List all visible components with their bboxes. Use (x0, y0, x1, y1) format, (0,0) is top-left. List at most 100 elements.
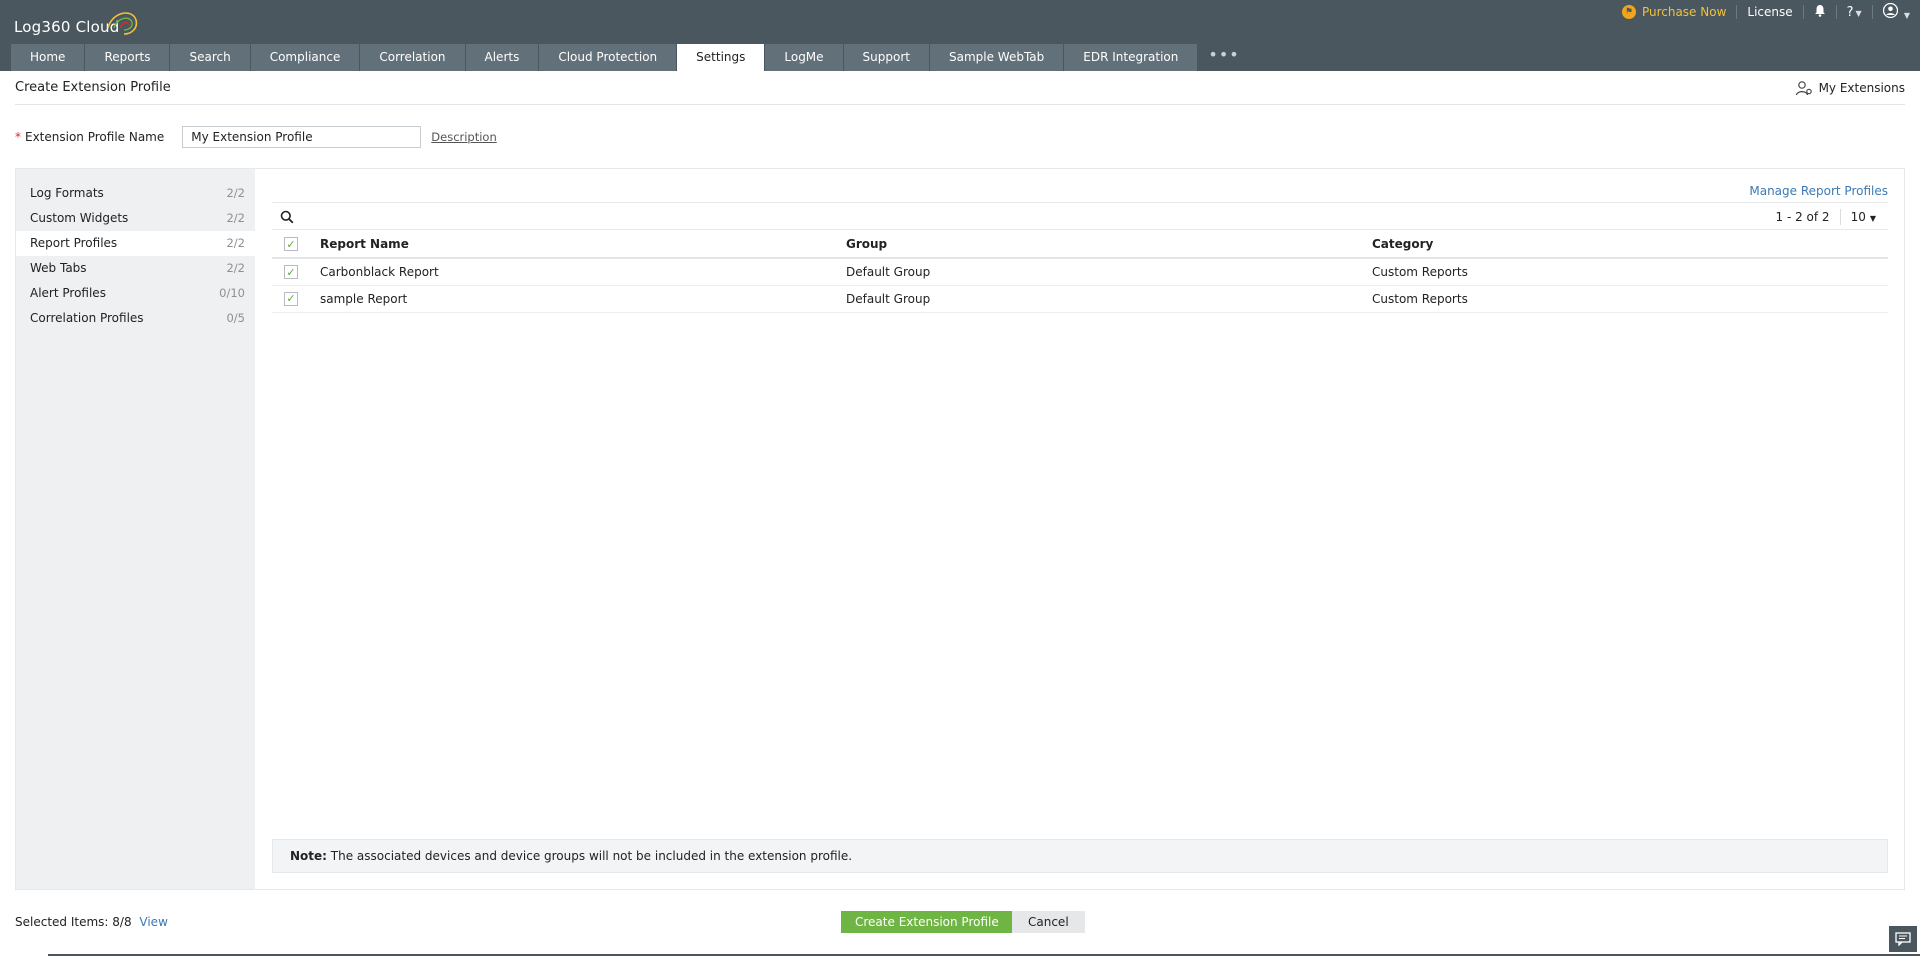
cancel-button[interactable]: Cancel (1012, 911, 1085, 933)
profile-name-row: * Extension Profile Name Description (15, 126, 497, 148)
page-size-value: 10 (1850, 210, 1866, 224)
required-marker: * (15, 130, 21, 144)
tab-edr-integration[interactable]: EDR Integration (1064, 44, 1198, 71)
select-all-checkbox[interactable]: ✓ (284, 237, 298, 252)
more-tabs-icon[interactable]: ••• (1198, 44, 1249, 71)
purchase-now-link[interactable]: ⚑ Purchase Now (1621, 5, 1727, 19)
sidebar: Log Formats 2/2 Custom Widgets 2/2 Report Pr… (16, 169, 255, 889)
tab-support[interactable]: Support (843, 44, 929, 71)
search-toolbar: 1 - 2 of 2 10 ▼ (272, 202, 1888, 230)
column-header-category[interactable]: Category (1372, 231, 1888, 259)
manage-report-profiles-link[interactable]: Manage Report Profiles (1749, 184, 1888, 198)
divider (1736, 5, 1738, 19)
search-icon[interactable] (280, 210, 294, 224)
chat-button[interactable] (1889, 926, 1917, 952)
sidebar-item-count: 2/2 (226, 261, 245, 275)
sidebar-item-count: 0/5 (226, 311, 245, 325)
chevron-down-icon: ▼ (1869, 214, 1876, 223)
divider (1802, 5, 1804, 19)
app-logo[interactable]: Log360 Cloud (14, 12, 138, 36)
category-cell: Custom Reports (1372, 258, 1888, 286)
report-name-cell: sample Report (320, 285, 846, 313)
sidebar-item-label: Report Profiles (30, 236, 118, 250)
tab-cloud-protection[interactable]: Cloud Protection (539, 44, 677, 71)
sidebar-item-count: 2/2 (226, 236, 245, 250)
sidebar-item-count: 0/10 (219, 286, 245, 300)
sidebar-item-label: Web Tabs (30, 261, 87, 275)
tab-logme[interactable]: LogMe (765, 44, 843, 71)
sidebar-item-label: Correlation Profiles (30, 311, 144, 325)
note-label: Note: (290, 849, 327, 863)
select-all-cell: ✓ (272, 231, 320, 259)
tab-home[interactable]: Home (11, 44, 85, 71)
user-settings-icon (1795, 81, 1812, 96)
page-size-select[interactable]: 10 ▼ (1851, 210, 1876, 224)
create-extension-profile-button[interactable]: Create Extension Profile (841, 911, 1013, 933)
sidebar-item-label: Custom Widgets (30, 211, 129, 225)
row-checkbox-cell: ✓ (272, 285, 320, 313)
group-cell: Default Group (846, 285, 1372, 313)
report-table: ✓ Report Name Group Category ✓ Carbonblac… (272, 231, 1888, 313)
column-header-report-name[interactable]: Report Name (320, 231, 846, 259)
tab-compliance[interactable]: Compliance (250, 44, 360, 71)
tab-sample-webtab[interactable]: Sample WebTab (929, 44, 1064, 71)
selection-panel: Log Formats 2/2 Custom Widgets 2/2 Report Pr… (15, 168, 1905, 890)
report-name-cell: Carbonblack Report (320, 258, 846, 286)
selected-items-summary: Selected Items: 8/8 View (15, 915, 168, 929)
my-extensions-link[interactable]: My Extensions (1795, 80, 1905, 96)
tab-alerts[interactable]: Alerts (465, 44, 539, 71)
my-extensions-label: My Extensions (1818, 81, 1905, 95)
sidebar-item-report-profiles[interactable]: Report Profiles 2/2 (16, 231, 255, 256)
category-cell: Custom Reports (1372, 285, 1888, 313)
logo-swirl-icon (107, 12, 138, 35)
sidebar-item-custom-widgets[interactable]: Custom Widgets 2/2 (16, 206, 255, 231)
sidebar-item-log-formats[interactable]: Log Formats 2/2 (16, 181, 255, 206)
tab-reports[interactable]: Reports (85, 44, 170, 71)
chevron-down-icon: ▼ (1855, 8, 1862, 18)
profile-name-input[interactable] (182, 126, 422, 148)
license-link[interactable]: License (1747, 5, 1792, 19)
user-avatar-icon[interactable]: ▼ (1882, 2, 1910, 22)
selected-items-label: Selected Items: 8/8 (15, 915, 132, 929)
profile-name-label: Extension Profile Name (25, 130, 165, 144)
sidebar-item-web-tabs[interactable]: Web Tabs 2/2 (16, 256, 255, 281)
table-row[interactable]: ✓ sample Report Default Group Custom Report… (272, 285, 1888, 313)
sidebar-item-count: 2/2 (226, 186, 245, 200)
divider (1871, 5, 1873, 19)
table-header-row: ✓ Report Name Group Category (272, 231, 1888, 259)
divider (1839, 209, 1841, 225)
sidebar-item-label: Alert Profiles (30, 286, 106, 300)
table-row[interactable]: ✓ Carbonblack Report Default Group Custom R… (272, 258, 1888, 286)
top-header: Log360 Cloud ⚑ Purchase Now License ? ▼ ▼… (0, 0, 1920, 71)
cart-icon: ⚑ (1621, 5, 1636, 19)
chat-icon (1895, 932, 1911, 946)
sidebar-item-count: 2/2 (226, 211, 245, 225)
divider (1835, 5, 1837, 19)
utility-bar: ⚑ Purchase Now License ? ▼ ▼ (1621, 2, 1910, 22)
description-link[interactable]: Description (431, 130, 497, 144)
group-cell: Default Group (846, 258, 1372, 286)
note-text: The associated devices and device groups… (326, 849, 853, 863)
sidebar-item-correlation-profiles[interactable]: Correlation Profiles 0/5 (16, 306, 255, 331)
bell-icon[interactable] (1814, 4, 1826, 21)
row-checkbox[interactable]: ✓ (284, 265, 298, 279)
tab-settings[interactable]: Settings (677, 44, 765, 71)
column-header-group[interactable]: Group (846, 231, 1372, 259)
view-selected-link[interactable]: View (139, 915, 167, 929)
note-banner: Note: The associated devices and device … (272, 839, 1888, 873)
help-icon[interactable]: ? ▼ (1847, 5, 1862, 20)
tab-search[interactable]: Search (170, 44, 250, 71)
sidebar-item-alert-profiles[interactable]: Alert Profiles 0/10 (16, 281, 255, 306)
row-checkbox-cell: ✓ (272, 258, 320, 286)
tab-correlation[interactable]: Correlation (360, 44, 465, 71)
row-checkbox[interactable]: ✓ (284, 291, 298, 306)
report-profiles-content: Manage Report Profiles 1 - 2 of 2 10 ▼ ✓ … (272, 169, 1888, 889)
sidebar-item-label: Log Formats (30, 186, 104, 200)
purchase-now-label: Purchase Now (1641, 5, 1727, 19)
main-tabs: Home Reports Search Compliance Correlation Al… (11, 44, 1250, 71)
page-title: Create Extension Profile (15, 80, 171, 95)
divider (15, 104, 1905, 105)
pagination-range: 1 - 2 of 2 (1775, 210, 1830, 224)
chevron-down-icon: ▼ (1903, 10, 1910, 20)
pagination: 1 - 2 of 2 10 ▼ (1775, 209, 1876, 225)
